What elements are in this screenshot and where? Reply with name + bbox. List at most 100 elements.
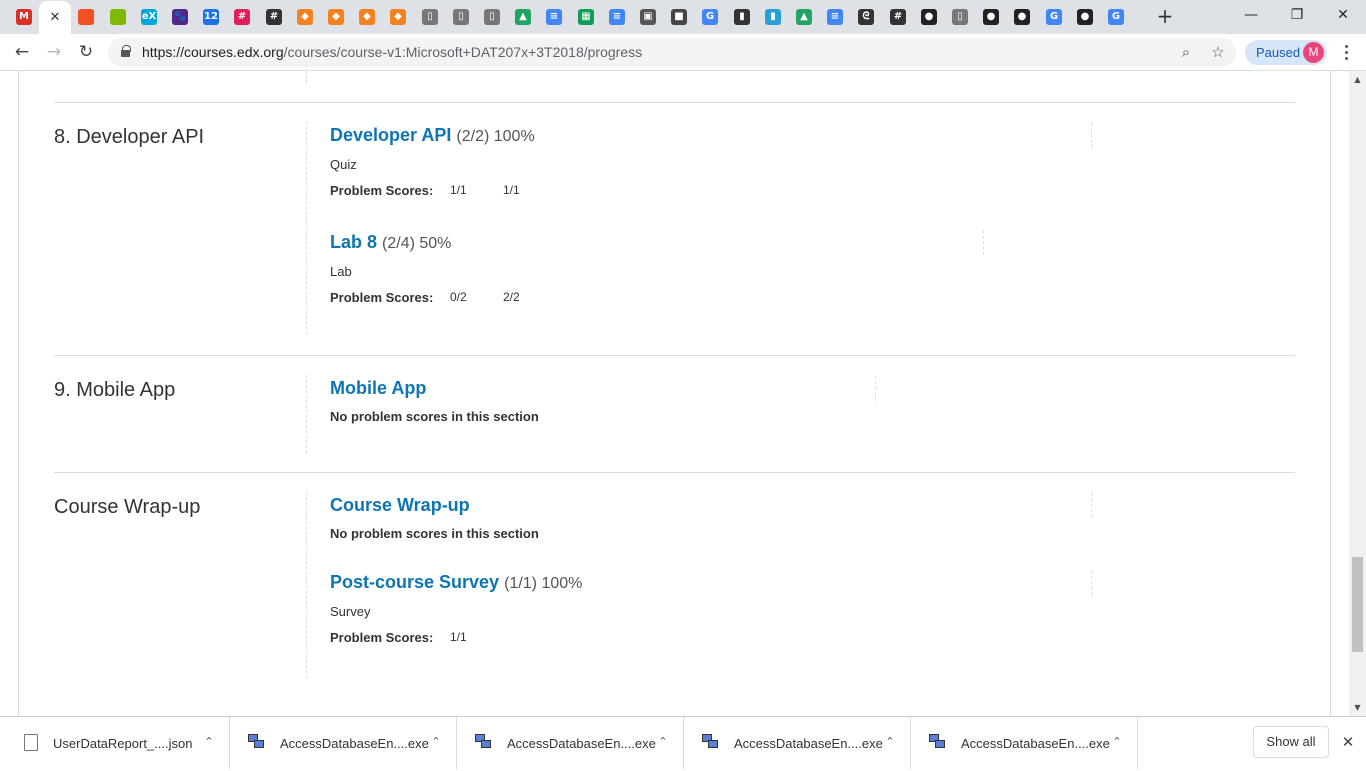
section-name[interactable]: Developer API bbox=[330, 125, 451, 145]
address-bar[interactable]: https://courses.edx.org/courses/course-v… bbox=[108, 38, 1236, 67]
section-divider bbox=[306, 71, 307, 83]
scroll-up-arrow-icon[interactable]: ▲ bbox=[1349, 71, 1366, 88]
browser-tab[interactable]: ᘓ bbox=[850, 3, 882, 31]
download-item[interactable]: AccessDatabaseEn....exe ⌃ bbox=[685, 717, 911, 769]
document-icon: ▯ bbox=[952, 9, 968, 25]
download-filename[interactable]: AccessDatabaseEn....exe bbox=[734, 717, 883, 771]
download-item[interactable]: UserDataReport_....json ⌃ bbox=[4, 717, 230, 769]
browser-tab[interactable]: ▣ bbox=[632, 3, 664, 31]
close-window-button[interactable]: ✕ bbox=[1320, 0, 1366, 32]
browser-tab[interactable]: ▦ bbox=[570, 3, 602, 31]
browser-tab[interactable]: # bbox=[226, 3, 258, 31]
browser-tab[interactable]: G bbox=[1038, 3, 1070, 31]
url-text[interactable]: https://courses.edx.org/courses/course-v… bbox=[142, 38, 642, 67]
section-score: (2/4) 50% bbox=[382, 235, 452, 252]
section-link[interactable]: Course Wrap-up bbox=[330, 495, 470, 516]
minimize-button[interactable]: — bbox=[1228, 0, 1274, 32]
close-icon[interactable]: ✕ bbox=[50, 10, 61, 25]
section-name[interactable]: Course Wrap-up bbox=[330, 495, 470, 515]
browser-tab[interactable]: ● bbox=[975, 3, 1007, 31]
browser-menu-icon[interactable] bbox=[1338, 42, 1354, 64]
zoom-icon[interactable]: ⌕ bbox=[1176, 42, 1196, 62]
section-name[interactable]: Lab 8 bbox=[330, 232, 377, 252]
drive-icon: ▲ bbox=[515, 9, 531, 25]
back-button[interactable]: ← bbox=[10, 40, 34, 64]
browser-tab[interactable]: ◆ bbox=[351, 3, 383, 31]
close-shelf-icon[interactable]: ✕ bbox=[1338, 732, 1358, 752]
browser-tab[interactable]: ≡ bbox=[819, 3, 851, 31]
calendar-icon: 12 bbox=[203, 9, 219, 25]
browser-tab[interactable]: ■ bbox=[663, 3, 695, 31]
chevron-up-icon[interactable]: ⌃ bbox=[881, 733, 899, 751]
scrollbar-thumb[interactable] bbox=[1352, 557, 1363, 652]
file-icon bbox=[24, 734, 38, 751]
browser-tab[interactable]: ▯ bbox=[476, 3, 508, 31]
browser-tab[interactable]: 🐾 bbox=[164, 3, 196, 31]
download-item[interactable]: AccessDatabaseEn....exe ⌃ bbox=[458, 717, 684, 769]
orange-box-icon: ◆ bbox=[328, 9, 344, 25]
download-filename[interactable]: AccessDatabaseEn....exe bbox=[507, 717, 656, 771]
restore-button[interactable]: ❐ bbox=[1274, 0, 1320, 32]
browser-tab[interactable]: # bbox=[882, 3, 914, 31]
browser-tab[interactable]: # bbox=[258, 3, 290, 31]
browser-tab[interactable]: ▯ bbox=[944, 3, 976, 31]
browser-tab[interactable]: eX bbox=[133, 3, 165, 31]
chevron-up-icon[interactable]: ⌃ bbox=[427, 733, 445, 751]
browser-tab[interactable]: ● bbox=[1069, 3, 1101, 31]
section-link[interactable]: Post-course Survey (1/1) 100% bbox=[330, 572, 582, 593]
browser-tab[interactable]: ≡ bbox=[601, 3, 633, 31]
browser-tab[interactable]: ● bbox=[913, 3, 945, 31]
section-link[interactable]: Lab 8 (2/4) 50% bbox=[330, 232, 451, 253]
browser-tab[interactable]: ▮ bbox=[757, 3, 789, 31]
browser-tab[interactable]: ▲ bbox=[788, 3, 820, 31]
chevron-up-icon[interactable]: ⌃ bbox=[200, 733, 218, 751]
section-name[interactable]: Post-course Survey bbox=[330, 572, 499, 592]
section-name[interactable]: Mobile App bbox=[330, 378, 426, 398]
page-scrollbar[interactable]: ▲ ▼ bbox=[1349, 71, 1366, 716]
browser-tab[interactable]: 12 bbox=[195, 3, 227, 31]
browser-tab[interactable]: G bbox=[694, 3, 726, 31]
download-item[interactable]: AccessDatabaseEn....exe ⌃ bbox=[231, 717, 457, 769]
browser-tab[interactable]: ▮ bbox=[726, 3, 758, 31]
active-tab[interactable]: ✕ bbox=[39, 1, 71, 34]
browser-tab[interactable]: ▯ bbox=[445, 3, 477, 31]
download-item[interactable]: AccessDatabaseEn....exe ⌃ bbox=[912, 717, 1138, 769]
github-icon: ● bbox=[921, 9, 937, 25]
docs-icon: ≡ bbox=[546, 9, 562, 25]
download-filename[interactable]: AccessDatabaseEn....exe bbox=[961, 717, 1110, 771]
forward-button[interactable]: → bbox=[42, 40, 66, 64]
download-shelf: UserDataReport_....json ⌃ AccessDatabase… bbox=[0, 716, 1366, 769]
google-icon: G bbox=[702, 9, 718, 25]
browser-tab[interactable]: G bbox=[1100, 3, 1132, 31]
browser-tab[interactable] bbox=[102, 3, 134, 31]
show-all-button[interactable]: Show all bbox=[1253, 726, 1329, 758]
page-viewport: 8. Developer API Developer API (2/2) 100… bbox=[0, 71, 1349, 716]
chevron-up-icon[interactable]: ⌃ bbox=[654, 733, 672, 751]
browser-tab[interactable]: ▲ bbox=[507, 3, 539, 31]
section-link[interactable]: Developer API (2/2) 100% bbox=[330, 125, 535, 146]
download-filename[interactable]: AccessDatabaseEn....exe bbox=[280, 717, 429, 771]
browser-tab[interactable]: ▯ bbox=[414, 3, 446, 31]
bookmark-star-icon[interactable]: ☆ bbox=[1208, 42, 1228, 62]
browser-tab[interactable]: ≡ bbox=[538, 3, 570, 31]
no-scores-message: No problem scores in this section bbox=[330, 409, 539, 424]
section-format: Survey bbox=[330, 604, 371, 619]
drive-icon: ▲ bbox=[796, 9, 812, 25]
chevron-up-icon[interactable]: ⌃ bbox=[1108, 733, 1126, 751]
browser-tab[interactable]: M bbox=[8, 3, 40, 31]
microsoft-icon bbox=[110, 9, 126, 25]
section-link[interactable]: Mobile App bbox=[330, 378, 426, 399]
profile-button[interactable]: Paused M bbox=[1245, 40, 1327, 65]
new-tab-button[interactable]: + bbox=[1153, 5, 1177, 29]
browser-tab[interactable] bbox=[70, 3, 102, 31]
orange-box-icon: ◆ bbox=[297, 9, 313, 25]
browser-tab[interactable]: ◆ bbox=[289, 3, 321, 31]
browser-tab[interactable]: ● bbox=[1006, 3, 1038, 31]
problem-scores-label: Problem Scores: bbox=[330, 183, 434, 198]
score-divider bbox=[1091, 570, 1092, 595]
browser-tab[interactable]: ◆ bbox=[382, 3, 414, 31]
scroll-down-arrow-icon[interactable]: ▼ bbox=[1349, 699, 1366, 716]
download-filename[interactable]: UserDataReport_....json bbox=[53, 717, 192, 771]
reload-button[interactable]: ↻ bbox=[74, 40, 98, 64]
browser-tab[interactable]: ◆ bbox=[320, 3, 352, 31]
